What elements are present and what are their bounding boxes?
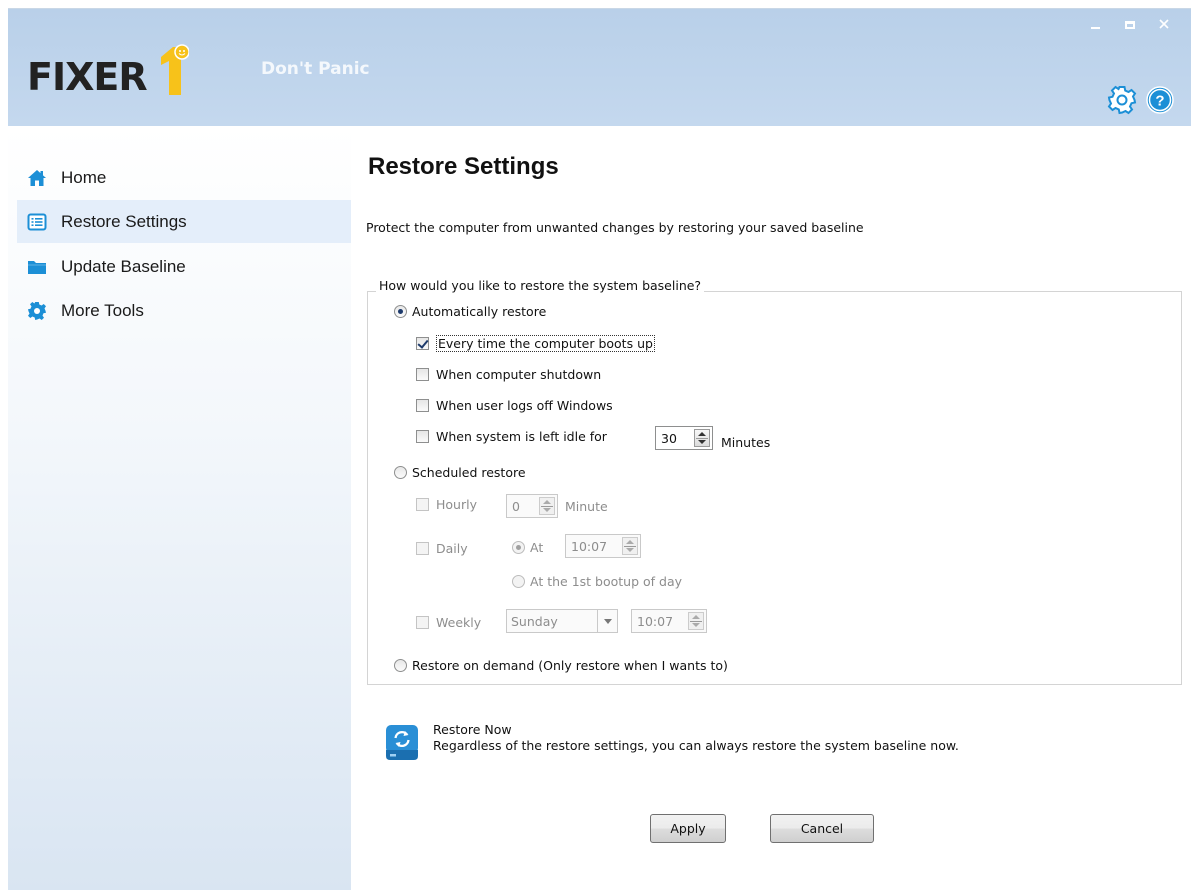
sidebar-item-label: Restore Settings [61,211,187,231]
logo-one-mark [161,44,189,95]
weekly-time-value: 10:07 [637,613,674,629]
daily-at-radio[interactable]: At [512,538,543,556]
on-demand-label: Restore on demand (Only restore when I w… [412,657,728,673]
maximize-button[interactable] [1113,15,1147,35]
logoff-label: When user logs off Windows [436,397,613,413]
sidebar-item-home[interactable]: Home [17,156,351,199]
restore-disk-icon [386,725,418,760]
checkbox-indicator [416,615,429,629]
checkbox-indicator [416,497,429,511]
folder-icon [28,260,46,274]
app-tagline: Don't Panic [261,59,370,79]
maximize-icon [1125,21,1135,29]
hourly-label: Hourly [436,496,477,512]
checkbox-indicator [416,429,429,443]
sidebar-item-update-baseline[interactable]: Update Baseline [17,245,351,288]
chevron-down-icon[interactable] [597,610,617,632]
stepper-arrows[interactable] [688,612,704,630]
boot-checkbox[interactable]: Every time the computer boots up [416,334,655,352]
minimize-icon [1091,27,1100,29]
daily-first-boot-radio[interactable]: At the 1st bootup of day [512,572,682,590]
logoff-checkbox[interactable]: When user logs off Windows [416,396,613,414]
stepper-arrows[interactable] [622,537,638,555]
restore-now-title: Restore Now [433,722,512,737]
hourly-unit-label: Minute [565,499,608,514]
checkbox-indicator [416,541,429,555]
radio-indicator [394,465,407,479]
shutdown-checkbox[interactable]: When computer shutdown [416,365,601,383]
radio-indicator [512,540,525,554]
weekly-checkbox[interactable]: Weekly [416,613,481,631]
radio-indicator [394,658,407,672]
stepper-arrows[interactable] [694,429,710,447]
help-icon[interactable]: ? [1145,85,1175,115]
radio-indicator [394,304,407,318]
group-label: How would you like to restore the system… [376,278,705,293]
restore-now-section[interactable]: Restore Now Regardless of the restore se… [385,722,959,762]
app-window: FIXER Don't Panic ? Home Restore Setting… [8,8,1191,890]
page-description: Protect the computer from unwanted chang… [366,220,864,235]
settings-gear-icon[interactable] [1107,85,1137,115]
home-icon [28,169,46,186]
radio-indicator [512,574,525,588]
idle-minutes-value: 30 [661,430,677,446]
weekly-label: Weekly [436,614,482,630]
hourly-checkbox[interactable]: Hourly [416,495,477,513]
main-panel: Restore Settings Protect the computer fr… [351,126,1191,890]
daily-at-label: At [530,539,544,555]
minimize-button[interactable] [1079,15,1113,35]
hourly-minute-value: 0 [512,498,520,514]
sidebar-item-label: Home [61,167,107,187]
sidebar-item-more-tools[interactable]: More Tools [17,289,351,332]
close-button[interactable] [1147,15,1181,35]
on-demand-radio[interactable]: Restore on demand (Only restore when I w… [394,656,728,674]
close-icon [1159,19,1169,29]
idle-label: When system is left idle for [436,428,607,444]
svg-text:?: ? [1155,93,1164,110]
daily-time-stepper[interactable]: 10:07 [565,534,641,558]
list-icon [27,213,47,230]
apply-button[interactable]: Apply [650,814,726,843]
cancel-button[interactable]: Cancel [770,814,874,843]
daily-time-value: 10:07 [571,538,608,554]
daily-checkbox[interactable]: Daily [416,539,468,557]
checkbox-indicator [416,398,429,412]
hourly-minute-stepper[interactable]: 0 [506,494,558,518]
auto-restore-radio[interactable]: Automatically restore [394,302,546,320]
page-title: Restore Settings [368,153,559,180]
restore-now-texts: Restore Now Regardless of the restore se… [433,722,959,762]
weekly-day-value: Sunday [511,613,558,629]
weekly-time-stepper[interactable]: 10:07 [631,609,707,633]
idle-unit-label: Minutes [721,435,771,450]
sidebar-item-label: Update Baseline [61,256,186,276]
scheduled-restore-label: Scheduled restore [412,464,526,480]
weekly-day-select[interactable]: Sunday [506,609,618,633]
checkbox-indicator [416,336,429,350]
stepper-arrows[interactable] [539,497,555,515]
daily-first-boot-label: At the 1st bootup of day [530,573,683,589]
daily-label: Daily [436,540,468,556]
checkbox-indicator [416,367,429,381]
logo-text: FIXER [27,55,148,99]
scheduled-restore-radio[interactable]: Scheduled restore [394,463,526,481]
shutdown-label: When computer shutdown [436,366,602,382]
sidebar-item-label: More Tools [61,300,144,320]
sidebar-item-restore-settings[interactable]: Restore Settings [17,200,351,243]
header-icons: ? [1107,85,1175,115]
idle-checkbox[interactable]: When system is left idle for [416,427,607,445]
auto-restore-label: Automatically restore [412,303,547,319]
gear-icon [28,301,46,320]
app-header: FIXER Don't Panic ? [8,9,1191,126]
idle-minutes-stepper[interactable]: 30 [655,426,713,450]
restore-now-description: Regardless of the restore settings, you … [433,738,959,753]
sidebar: Home Restore Settings Update Baseline Mo… [8,126,351,890]
boot-label: Every time the computer boots up [436,334,655,352]
window-controls [1079,15,1181,35]
